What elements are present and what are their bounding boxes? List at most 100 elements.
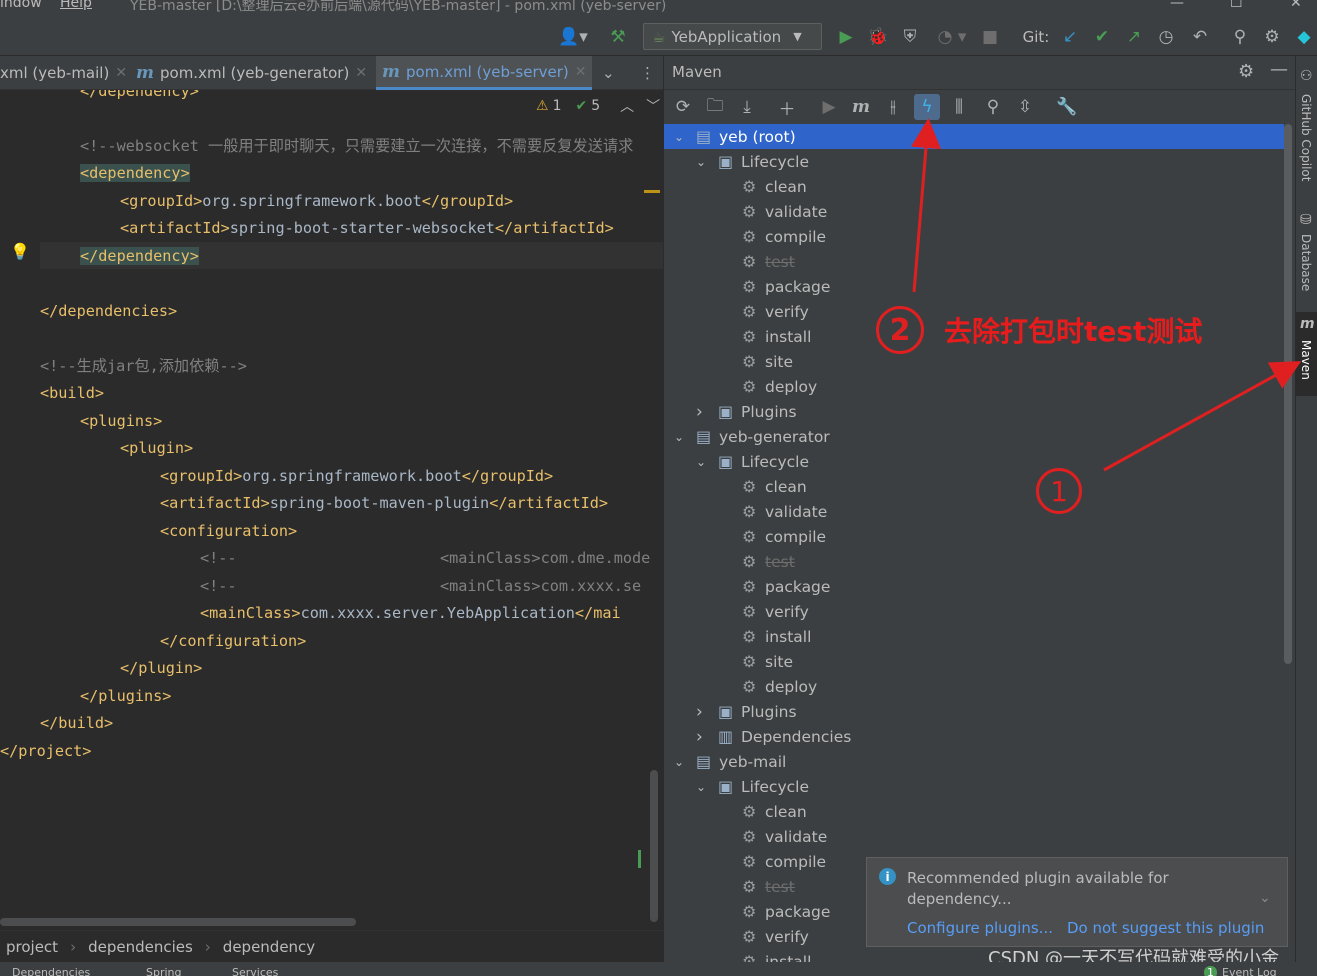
horizontal-scrollbar[interactable] [0, 918, 356, 926]
lifecycle-goal[interactable]: ⚙ deploy [664, 674, 1284, 699]
skip-tests-icon[interactable]: ϟ [914, 94, 940, 120]
lifecycle-goal[interactable]: ⚙ deploy [664, 374, 1284, 399]
lifecycle-goal[interactable]: ⚙ validate [664, 499, 1284, 524]
tab-yeb-mail[interactable]: xml (yeb-mail) ✕ [0, 56, 128, 90]
profile-icon[interactable]: ◔ ▾ [930, 25, 974, 49]
run-icon[interactable]: ▶ [834, 25, 858, 49]
more-icon[interactable]: ⋮ [640, 56, 655, 90]
tree-folder[interactable]: ⌄ ▣ Lifecycle [664, 774, 1284, 799]
show-dependencies-icon[interactable]: ⫼ [946, 94, 972, 120]
configure-plugins-link[interactable]: Configure plugins... [907, 919, 1053, 937]
tool-window-dependencies[interactable]: Dependencies [12, 966, 90, 976]
tool-window-services[interactable]: Services [232, 966, 278, 976]
tool-window-copilot[interactable]: GitHub Copilot [1299, 94, 1313, 181]
breadcrumb-item[interactable]: project [6, 938, 58, 956]
run-icon[interactable]: ▶ [816, 94, 842, 120]
chevron-down-icon[interactable]: ⌄ [674, 130, 684, 144]
lifecycle-goal[interactable]: ⚙ install [664, 624, 1284, 649]
chevron-down-icon[interactable]: ⌄ [696, 780, 706, 794]
maven-goal-icon[interactable]: m [848, 94, 874, 120]
coverage-icon[interactable]: ⛨ [898, 25, 922, 49]
menu-help[interactable]: Help [60, 0, 92, 11]
lifecycle-goal[interactable]: ⚙ compile [664, 524, 1284, 549]
vertical-scrollbar[interactable] [650, 770, 658, 922]
do-not-suggest-link[interactable]: Do not suggest this plugin [1067, 919, 1264, 937]
search-icon[interactable]: ⚲ [980, 94, 1006, 120]
chevron-down-icon[interactable]: ﹀ [646, 96, 660, 116]
chevron-down-icon[interactable]: ⌄ [696, 455, 706, 469]
tool-window-event-log[interactable]: Event Log [1222, 966, 1277, 976]
generate-sources-icon[interactable]: 🗀 [702, 94, 728, 120]
close-icon[interactable]: ✕ [115, 65, 127, 81]
tree-folder[interactable]: › ▥ Dependencies [664, 724, 1284, 749]
code-editor[interactable]: ⚠ 1 ✔ 5 ︿ ﹀ 💡 </dependency> <!--websocket … [0, 90, 663, 930]
minimize-button[interactable]: — [1170, 0, 1184, 11]
tree-folder[interactable]: › ▣ Plugins [664, 399, 1284, 424]
settings-gear-icon[interactable]: ⚙ [1238, 61, 1254, 82]
close-icon[interactable]: ✕ [575, 64, 587, 80]
add-icon[interactable]: ＋ [774, 94, 800, 120]
build-tool-settings-icon[interactable]: 🔧 [1054, 94, 1080, 120]
run-configuration-select[interactable]: ☕ YebApplication ▼ [643, 23, 822, 50]
breadcrumb-item[interactable]: dependencies [88, 938, 193, 956]
lifecycle-goal[interactable]: ⚙ site [664, 349, 1284, 374]
lightbulb-icon[interactable]: 💡 [10, 242, 30, 261]
lifecycle-goal[interactable]: ⚙ clean [664, 174, 1284, 199]
chevron-down-icon[interactable]: ⌄ [674, 430, 684, 444]
download-icon[interactable]: ⤓ [734, 94, 760, 120]
lifecycle-goal[interactable]: ⚙ validate [664, 824, 1284, 849]
history-icon[interactable]: ◷ [1154, 25, 1178, 49]
maven-module[interactable]: ⌄ ▤ yeb (root) [664, 124, 1284, 149]
chevron-right-icon[interactable]: › [696, 727, 703, 747]
maven-module[interactable]: ⌄ ▤ yeb-generator [664, 424, 1284, 449]
toolbox-icon[interactable]: ◆ [1292, 25, 1316, 49]
git-push-icon[interactable]: ↗ [1122, 25, 1146, 49]
debug-icon[interactable]: 🐞 [866, 25, 890, 49]
tool-window-database[interactable]: Database [1299, 234, 1313, 291]
rollback-icon[interactable]: ↶ [1188, 25, 1212, 49]
tree-scrollbar[interactable] [1284, 124, 1292, 664]
offline-icon[interactable]: ⫲ [880, 94, 906, 120]
lifecycle-goal[interactable]: ⚙ clean [664, 799, 1284, 824]
user-icon[interactable]: 👤▾ [556, 25, 590, 49]
lifecycle-goal[interactable]: ⚙ clean [664, 474, 1284, 499]
lifecycle-goal[interactable]: ⚙ validate [664, 199, 1284, 224]
tabs-dropdown-icon[interactable]: ⌄ [602, 56, 622, 90]
maven-module[interactable]: ⌄ ▤ yeb-mail [664, 749, 1284, 774]
lifecycle-goal[interactable]: ⚙ package [664, 274, 1284, 299]
chevron-up-icon[interactable]: ︿ [620, 96, 634, 116]
tree-folder[interactable]: ⌄ ▣ Lifecycle [664, 449, 1284, 474]
collapse-all-icon[interactable]: ⇳ [1012, 94, 1038, 120]
build-hammer-icon[interactable]: ⚒ [606, 25, 630, 49]
git-commit-icon[interactable]: ✔ [1090, 25, 1114, 49]
lifecycle-goal[interactable]: ⚙ site [664, 649, 1284, 674]
tool-window-spring[interactable]: Spring [146, 966, 182, 976]
tree-folder[interactable]: ⌄ ▣ Lifecycle [664, 149, 1284, 174]
menu-window[interactable]: indow [0, 0, 42, 11]
maximize-button[interactable]: ☐ [1230, 0, 1243, 11]
chevron-down-icon[interactable]: ⌄ [674, 755, 684, 769]
breadcrumb-item[interactable]: dependency [223, 938, 315, 956]
tab-yeb-server[interactable]: m pom.xml (yeb-server) ✕ [376, 56, 592, 90]
stop-icon[interactable]: ■ [978, 25, 1002, 49]
git-update-icon[interactable]: ↙ [1058, 25, 1082, 49]
close-window-button[interactable]: ✕ [1290, 0, 1302, 11]
lifecycle-goal[interactable]: ⚙ verify [664, 599, 1284, 624]
chevron-right-icon[interactable]: › [696, 702, 703, 722]
hide-icon[interactable]: — [1270, 59, 1288, 80]
inspection-widget[interactable]: ⚠ 1 ✔ 5 ︿ ﹀ [536, 96, 660, 116]
lifecycle-goal[interactable]: ⚙ package [664, 574, 1284, 599]
close-icon[interactable]: ✕ [355, 65, 367, 81]
lifecycle-goal[interactable]: ⚙ compile [664, 224, 1284, 249]
reload-icon[interactable]: ⟳ [670, 94, 696, 120]
expand-icon[interactable]: ⌄ [1259, 890, 1271, 906]
tab-yeb-generator[interactable]: m pom.xml (yeb-generator) ✕ [132, 56, 372, 90]
settings-gear-icon[interactable]: ⚙ [1260, 25, 1284, 49]
chevron-right-icon[interactable]: › [696, 402, 703, 422]
lifecycle-goal[interactable]: ⚙ test [664, 549, 1284, 574]
search-icon[interactable]: ⚲ [1228, 25, 1252, 49]
lifecycle-goal[interactable]: ⚙ test [664, 249, 1284, 274]
maven-tab-active[interactable]: m Maven [1296, 312, 1317, 396]
tree-folder[interactable]: › ▣ Plugins [664, 699, 1284, 724]
chevron-down-icon[interactable]: ⌄ [696, 155, 706, 169]
